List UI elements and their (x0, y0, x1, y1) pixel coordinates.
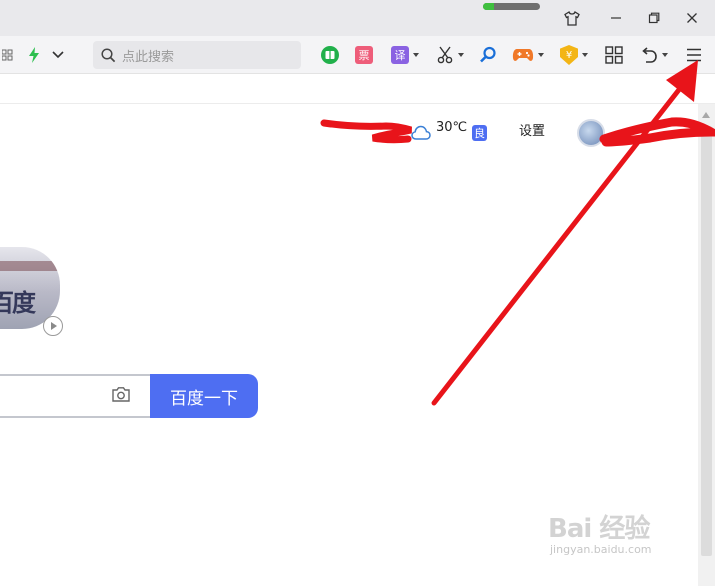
browser-window: 点此搜索 票 译 ¥ 30℃ 良 设置 百度 百度一下 Bai 经验 jingy… (0, 0, 715, 586)
shirt-icon (564, 10, 580, 26)
toolbar-search-placeholder: 点此搜索 (122, 49, 175, 65)
menu-icon (687, 48, 701, 62)
game-dropdown-caret (538, 53, 544, 57)
page-scrollbar[interactable] (698, 104, 715, 586)
coupon-dropdown-caret (582, 53, 588, 57)
lightning-icon (29, 47, 39, 63)
coin-shield-icon: ¥ (560, 45, 578, 65)
watermark: Bai 经验 jingyan.baidu.com (548, 508, 652, 556)
screenshot-dropdown-caret (458, 53, 464, 57)
air-quality-badge: 良 (472, 125, 487, 141)
toolbar: 点此搜索 票 译 ¥ (0, 36, 715, 74)
news-button[interactable]: 票 (353, 42, 375, 68)
apps-grid-icon (605, 46, 623, 64)
watermark-sub: jingyan.baidu.com (550, 543, 652, 556)
scissors-icon (437, 46, 453, 64)
apps-mini-button[interactable] (0, 42, 16, 68)
speed-mode-dropdown[interactable] (49, 42, 67, 68)
translate-icon-label: 译 (394, 49, 406, 62)
translate-button[interactable]: 译 (389, 42, 421, 68)
undo-close-button[interactable] (638, 42, 670, 68)
find-button[interactable] (477, 42, 499, 68)
main-menu-button[interactable] (683, 42, 705, 68)
speed-mode-button[interactable] (25, 42, 43, 68)
scroll-up-arrow-icon[interactable] (702, 112, 710, 118)
settings-link[interactable]: 设置 (519, 120, 545, 139)
minimize-icon (611, 17, 621, 19)
temperature-text: 30℃ (436, 120, 468, 135)
restore-button[interactable] (640, 6, 668, 30)
undo-dropdown-caret (662, 53, 668, 57)
close-icon (687, 13, 697, 23)
watermark-main: Bai 经验 (548, 514, 650, 544)
logo-glyph: 百度 (0, 289, 36, 317)
screenshot-button[interactable] (434, 42, 466, 68)
search-submit-label: 百度一下 (170, 388, 238, 409)
avatar[interactable] (577, 119, 605, 147)
reader-button[interactable] (319, 42, 341, 68)
news-icon: 票 (355, 46, 373, 64)
book-icon (321, 46, 339, 64)
logo-band (0, 261, 60, 271)
game-button[interactable] (511, 42, 545, 68)
weather-cloud-icon (411, 125, 431, 140)
title-bar (0, 0, 715, 36)
skin-button[interactable] (558, 6, 586, 30)
download-progress[interactable] (483, 3, 540, 10)
air-quality-text: 良 (474, 127, 485, 140)
news-icon-label: 票 (358, 49, 370, 62)
scroll-thumb[interactable] (701, 126, 712, 556)
game-icon (512, 49, 534, 61)
translate-dropdown-caret (413, 53, 419, 57)
close-button[interactable] (678, 6, 706, 30)
coin-shield-icon-label: ¥ (565, 49, 573, 61)
grid-apps-icon (2, 49, 13, 61)
download-progress-fill (483, 3, 495, 10)
restore-icon (648, 12, 660, 24)
camera-icon[interactable] (111, 386, 131, 403)
minimize-button[interactable] (602, 6, 630, 30)
search-submit-button[interactable]: 百度一下 (150, 374, 258, 418)
chevron-down-icon (52, 51, 64, 59)
apps-button[interactable] (603, 42, 625, 68)
search-zoom-icon (480, 46, 496, 63)
undo-icon (642, 47, 657, 63)
play-icon[interactable] (43, 316, 63, 336)
toolbar-search[interactable]: 点此搜索 (93, 41, 301, 69)
coupon-button[interactable]: ¥ (558, 42, 590, 68)
translate-icon: 译 (391, 46, 409, 64)
bookmark-bar (0, 75, 715, 104)
web-page: 30℃ 良 设置 百度 百度一下 Bai 经验 jingyan.baidu.co… (0, 104, 698, 586)
search-icon (101, 47, 116, 62)
